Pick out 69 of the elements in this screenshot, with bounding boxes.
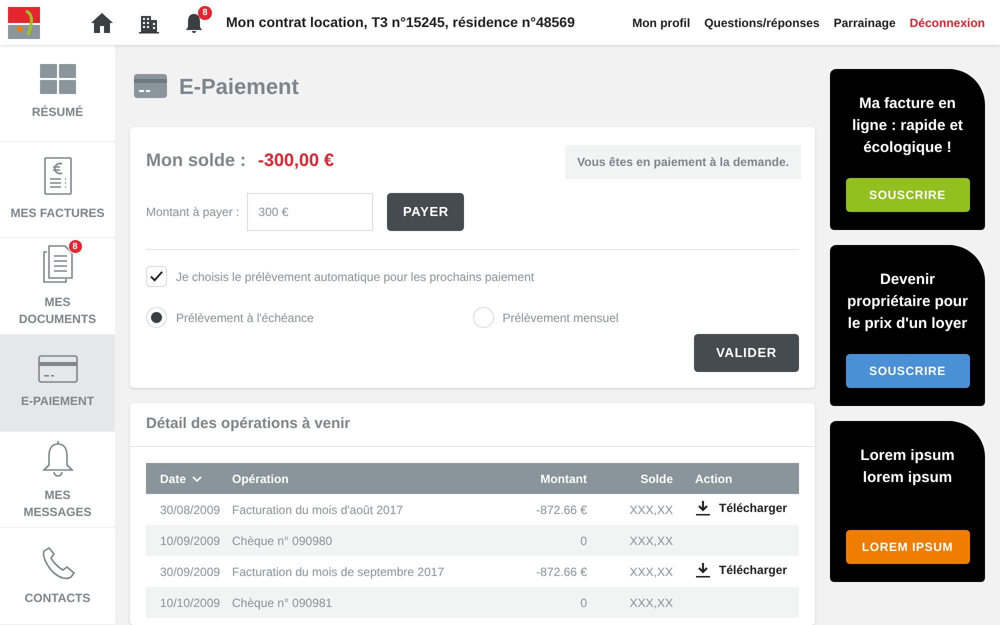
table-cell: XXX,XX xyxy=(630,596,673,610)
table-cell: Chèque n° 090981 xyxy=(232,596,332,610)
radio-label: Prélèvement mensuel xyxy=(502,310,619,326)
subscribe-button[interactable]: SOUSCRIRE xyxy=(846,178,970,212)
bell-icon xyxy=(42,438,74,477)
column-header: Action xyxy=(695,472,732,486)
table-cell: 30/08/2009 xyxy=(160,502,220,516)
documents-icon xyxy=(42,244,74,284)
download-link[interactable]: Télécharger xyxy=(695,560,788,578)
promo-text: Devenir propriétaire pour le prix d'un loyer xyxy=(846,270,969,334)
table-cell: Facturation du mois de septembre 2017 xyxy=(232,564,444,578)
pay-button[interactable]: PAYER xyxy=(387,193,464,231)
column-header[interactable]: Date xyxy=(160,470,202,488)
download-link[interactable]: Télécharger xyxy=(695,498,788,516)
column-header: Opération xyxy=(232,472,289,486)
chevron-down-icon[interactable] xyxy=(192,476,202,482)
radio-label: Prélèvement à l'échéance xyxy=(176,310,314,326)
logo-drawing xyxy=(8,6,40,38)
nav-link[interactable]: Mon profil xyxy=(632,14,690,32)
table-cell: XXX,XX xyxy=(630,534,673,548)
sidebar-item[interactable]: MES MESSAGES xyxy=(0,432,115,528)
amount-field[interactable]: 300 € xyxy=(247,193,374,231)
checkmark-icon xyxy=(149,269,164,284)
section-title: Détail des opérations à venir xyxy=(130,403,815,447)
notification-badge: 8 xyxy=(198,6,212,20)
sidebar-item[interactable]: MES FACTURES xyxy=(0,142,115,238)
table-cell: Chèque n° 090980 xyxy=(232,534,332,548)
table-cell: Facturation du mois d'août 2017 xyxy=(232,502,404,516)
download-icon xyxy=(695,562,711,578)
table-cell: -872.66 € xyxy=(536,564,587,578)
subscribe-button[interactable]: LOREM IPSUM xyxy=(846,530,970,564)
balance-label: Mon solde : xyxy=(146,149,246,172)
nav-link[interactable]: Parrainage xyxy=(834,14,896,32)
logout-link[interactable]: Déconnexion xyxy=(910,14,985,32)
notification-badge: 8 xyxy=(68,239,82,254)
table-cell: 30/09/2009 xyxy=(160,564,220,578)
validate-button[interactable]: VALIDER xyxy=(694,334,799,372)
dashboard-grid-icon xyxy=(40,64,76,94)
table-cell: XXX,XX xyxy=(630,564,673,578)
radio-button[interactable] xyxy=(472,307,494,328)
promo-text: Ma facture en ligne : rapide et écologique ! xyxy=(851,94,964,158)
checkbox-label: Je choisis le prélèvement automatique pour les prochains paiement xyxy=(176,268,534,286)
radio-button[interactable] xyxy=(146,307,167,328)
subscribe-button[interactable]: SOUSCRIRE xyxy=(846,354,970,388)
download-icon xyxy=(695,500,711,516)
table-cell: 0 xyxy=(580,534,587,548)
nav-link[interactable]: Questions/réponses xyxy=(704,14,820,32)
table-cell: 10/10/2009 xyxy=(160,596,220,610)
table-cell: 0 xyxy=(580,596,587,610)
table-cell: XXX,XX xyxy=(630,502,673,516)
table-cell: -872.66 € xyxy=(536,502,587,516)
promo-text: Lorem ipsum lorem ipsum xyxy=(859,446,956,488)
column-header: Montant xyxy=(540,472,587,486)
checkbox[interactable] xyxy=(146,266,167,287)
invoice-icon xyxy=(44,157,72,195)
page-title: E-Paiement xyxy=(179,72,299,100)
sidebar-item[interactable]: E-PAIEMENT xyxy=(0,335,115,432)
bell-icon[interactable] xyxy=(184,12,204,34)
home-icon[interactable] xyxy=(90,12,114,34)
amount-label: Montant à payer : xyxy=(146,204,240,221)
column-header: Solde xyxy=(640,472,673,486)
balance-amount: -300,00 € xyxy=(258,149,334,172)
sidebar-item[interactable]: 8 MES DOCUMENTS xyxy=(0,238,115,336)
payment-mode-notice: Vous êtes en paiement à la demande. xyxy=(565,145,801,179)
table-cell: 10/09/2009 xyxy=(160,534,220,548)
contract-title: Mon contrat location, T3 n°15245, résidence n°48569 xyxy=(226,13,575,32)
credit-card-icon xyxy=(134,74,167,98)
credit-card-icon xyxy=(38,355,78,384)
phone-icon xyxy=(40,546,74,580)
